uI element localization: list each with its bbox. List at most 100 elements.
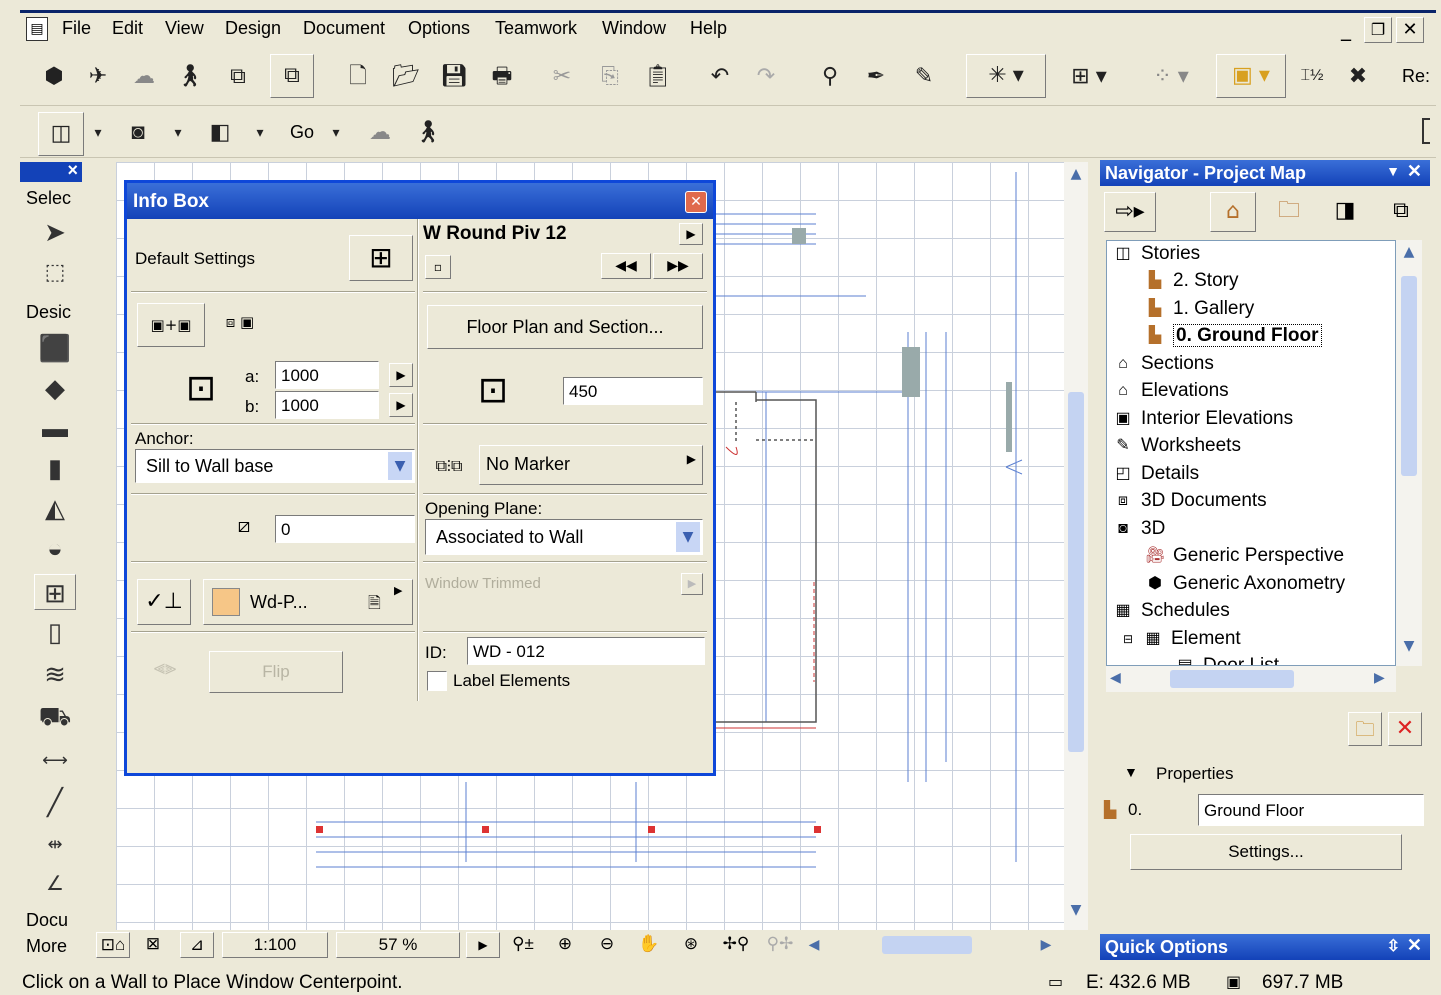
dimension-icon[interactable]: ⌶½ xyxy=(1292,56,1332,96)
arrow-tool-icon[interactable]: ➤ xyxy=(34,214,76,250)
menu-document[interactable]: Document xyxy=(303,18,385,39)
mirror-icon[interactable]: ⧈ ▣ xyxy=(215,313,265,341)
id-input[interactable]: WD - 012 xyxy=(467,637,705,665)
fit-in-window-icon[interactable]: ⊛ xyxy=(674,932,708,958)
roof-tool-icon[interactable]: ◭ xyxy=(34,490,76,526)
wall-tool-icon[interactable]: ⬛ xyxy=(34,330,76,366)
tree-story-0[interactable]: ▙ 0. Ground Floor xyxy=(1143,324,1322,347)
3d-window-icon[interactable]: ◙ xyxy=(118,112,158,152)
stair-tool-icon[interactable]: ≋ xyxy=(34,656,76,692)
app-icon[interactable]: ▤ xyxy=(26,17,48,41)
tree-elevations[interactable]: ⌂ Elevations xyxy=(1111,380,1229,402)
object-tool-icon[interactable]: ⛟ xyxy=(34,698,76,734)
navigator-mode-icon[interactable]: ⇨▸ xyxy=(1104,192,1156,232)
menu-view[interactable]: View xyxy=(165,18,204,39)
canvas-vertical-scrollbar[interactable]: ▲ ▼ xyxy=(1064,162,1088,930)
scroll-thumb[interactable] xyxy=(1401,276,1417,476)
tree-worksheets[interactable]: ✎ Worksheets xyxy=(1111,435,1241,457)
chevron-down-icon[interactable]: ▾ xyxy=(88,112,108,152)
zoom-arrow-icon[interactable]: ▶ xyxy=(466,932,500,958)
layer-combo-icon[interactable]: ▣ ▾ xyxy=(1216,54,1286,98)
cross-icon[interactable]: ✖ xyxy=(1338,56,1378,96)
tree-stories[interactable]: ◫ Stories xyxy=(1111,243,1200,265)
tree-sections[interactable]: ⌂ Sections xyxy=(1111,353,1214,375)
previous-zoom-icon[interactable]: ✢⚲ xyxy=(716,932,756,958)
brain-icon[interactable]: ☁ xyxy=(360,112,400,152)
label-elements-checkbox[interactable] xyxy=(427,671,447,691)
print-icon[interactable]: 🖶 xyxy=(482,56,522,96)
tree-story-1[interactable]: ▙ 1. Gallery xyxy=(1143,298,1254,320)
tree-element[interactable]: ⊟ ▦ Element xyxy=(1121,628,1241,650)
layout-book-tab-icon[interactable]: ◨ xyxy=(1322,192,1368,232)
opening-plane-dropdown[interactable]: Associated to Wall ▼ xyxy=(425,519,703,555)
open-folder-icon[interactable]: 📂︎ xyxy=(386,56,426,96)
tree-door-list[interactable]: ▤ Door List xyxy=(1173,655,1279,665)
anchor-dropdown[interactable]: Sill to Wall base ▼ xyxy=(135,449,415,483)
copy-icon[interactable]: ⎘ xyxy=(590,56,630,96)
slab-tool-icon[interactable]: ◆ xyxy=(34,370,76,406)
view-map-tab-icon[interactable]: 🗀 xyxy=(1266,192,1312,232)
project-map-tab-icon[interactable]: ⌂ xyxy=(1210,192,1256,232)
width-arrow-icon[interactable]: ▶ xyxy=(389,363,413,387)
scroll-down-icon[interactable]: ▼ xyxy=(1066,902,1086,924)
reveal-depth-input[interactable]: 0 xyxy=(275,515,415,543)
save-icon[interactable]: 💾︎ xyxy=(434,56,474,96)
fit-view-icon[interactable]: ⊿ xyxy=(180,932,214,958)
tree-3d-documents[interactable]: ⧈ 3D Documents xyxy=(1111,490,1267,512)
scroll-down-icon[interactable]: ▼ xyxy=(1399,638,1419,654)
menu-file[interactable]: File xyxy=(62,18,91,39)
zoom-out-icon[interactable]: ⊖ xyxy=(590,932,624,958)
toolbar-overflow-text[interactable]: Re: xyxy=(1402,66,1430,87)
toolbox-close-icon[interactable]: × xyxy=(67,160,78,181)
info-box-close-icon[interactable]: ✕ xyxy=(685,191,707,213)
menu-help[interactable]: Help xyxy=(690,18,727,39)
menu-design[interactable]: Design xyxy=(225,18,281,39)
angle-dimension-icon[interactable]: ∠ xyxy=(34,866,76,902)
previous-element-icon[interactable]: ◀◀ xyxy=(601,253,651,279)
scroll-right-icon[interactable]: ▶ xyxy=(1036,932,1056,958)
navigator-menu-icon[interactable]: ▼ xyxy=(1386,163,1400,179)
pen-check-icon[interactable]: ✓⊥ xyxy=(137,579,191,625)
layers-icon[interactable]: ⧉ xyxy=(218,56,258,96)
layers-active-icon[interactable]: ⧉ xyxy=(270,54,314,98)
minimize-icon[interactable]: _ xyxy=(1332,17,1360,43)
dimension-tool-icon[interactable]: ⇹ xyxy=(34,826,76,862)
scroll-up-icon[interactable]: ▲ xyxy=(1399,244,1419,260)
window-tool-icon[interactable]: ⊞ xyxy=(34,574,76,610)
zoom-in-icon[interactable]: ⊕ xyxy=(548,932,582,958)
delete-icon[interactable]: ✕ xyxy=(1388,712,1422,746)
menu-options[interactable]: Options xyxy=(408,18,470,39)
collapse-icon[interactable]: ⊟ xyxy=(1121,629,1135,649)
tree-vertical-scrollbar[interactable]: ▲ ▼ xyxy=(1396,240,1422,666)
tree-details[interactable]: ◰ Details xyxy=(1111,463,1199,485)
preview-toggle-icon[interactable]: ▫ xyxy=(425,255,451,279)
settings-button[interactable]: Settings... xyxy=(1130,834,1402,870)
sill-height-input[interactable]: 450 xyxy=(563,377,703,405)
quick-options-close-icon[interactable]: ✕ xyxy=(1407,935,1422,956)
camera-fly-icon[interactable]: ✈ xyxy=(78,56,118,96)
width-a-input[interactable]: 1000 xyxy=(275,361,379,389)
next-element-icon[interactable]: ▶▶ xyxy=(653,253,703,279)
eyedropper-icon[interactable]: ✒ xyxy=(856,56,896,96)
layout-icon[interactable]: ◧ xyxy=(200,112,240,152)
paste-icon[interactable]: 📋︎ xyxy=(638,56,678,96)
tree-schedules[interactable]: ▦ Schedules xyxy=(1111,600,1229,622)
floor-plan-section-button[interactable]: Floor Plan and Section... xyxy=(427,305,703,349)
menu-teamwork[interactable]: Teamwork xyxy=(495,18,577,39)
undo-icon[interactable]: ↶ xyxy=(700,56,740,96)
properties-expander-icon[interactable]: ▼ xyxy=(1124,764,1138,780)
marquee-tool-icon[interactable]: ⬚ xyxy=(34,254,76,290)
scroll-right-icon[interactable]: ▶ xyxy=(1374,670,1385,686)
find-select-icon[interactable]: ⚲ xyxy=(810,56,850,96)
element-arrow-icon[interactable]: ▶ xyxy=(679,223,703,245)
column-tool-icon[interactable]: ▮ xyxy=(34,450,76,486)
door-tool-icon[interactable]: ▯ xyxy=(34,614,76,650)
story-name-input[interactable]: Ground Floor xyxy=(1198,794,1424,826)
chevron-down-icon[interactable]: ▼ xyxy=(388,452,412,480)
scroll-thumb[interactable] xyxy=(1170,670,1294,688)
tree-interior-elevations[interactable]: ▣ Interior Elevations xyxy=(1111,408,1293,430)
restore-icon[interactable]: ❐ xyxy=(1364,17,1392,43)
zoom-view-icon[interactable]: ⊠ xyxy=(138,932,168,958)
new-file-icon[interactable]: 🗋 xyxy=(338,56,378,96)
3d-box-icon[interactable]: ⬢ xyxy=(34,56,74,96)
